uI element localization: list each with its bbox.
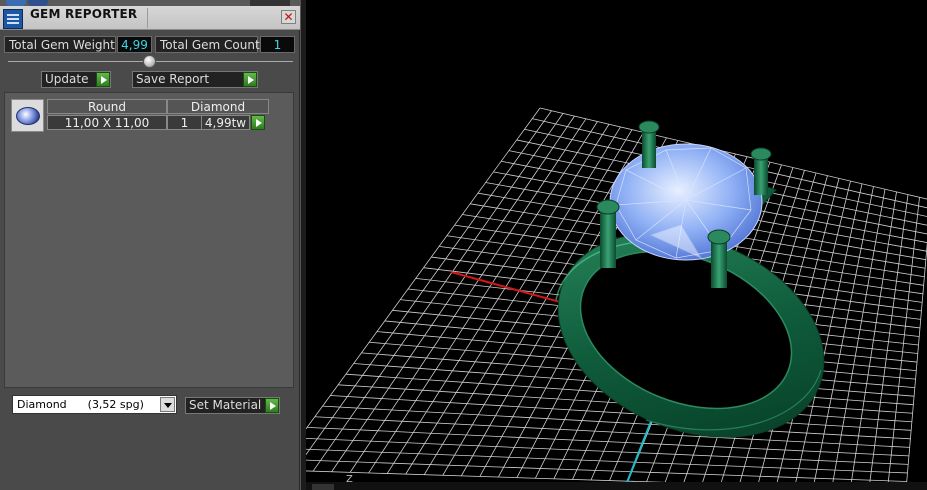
gem-thumbnail: [11, 99, 44, 132]
prong-back-left: [638, 120, 660, 168]
play-icon: [96, 72, 110, 87]
gem-count-cell: 1: [167, 115, 202, 130]
window-title: GEM REPORTER: [30, 7, 138, 21]
chevron-down-icon[interactable]: [160, 397, 175, 412]
gem-material-cell: Diamond: [167, 99, 269, 114]
gem-reporter-panel: GEM REPORTER ✕ Total Gem Weight 4,99 Tot…: [0, 0, 300, 490]
ring-model[interactable]: [527, 120, 854, 475]
viewport-tab[interactable]: [312, 484, 334, 490]
toolbar-icon: [6, 0, 26, 6]
title-bar[interactable]: GEM REPORTER ✕: [0, 0, 300, 30]
update-button[interactable]: Update: [41, 71, 111, 88]
gem-shape-cell: Round: [47, 99, 167, 114]
total-gem-count-label: Total Gem Count: [155, 36, 260, 53]
gem-reporter-icon: [3, 9, 23, 29]
prong-back-right: [750, 147, 772, 195]
gem-report-list: Round Diamond 11,00 X 11,00 1 4,99tw: [4, 92, 294, 388]
viewport-canvas[interactable]: [306, 0, 927, 490]
material-select-value: Diamond (3,52 spg): [17, 398, 144, 411]
close-icon: ✕: [283, 10, 294, 24]
prong-front-left: [596, 199, 620, 268]
material-select[interactable]: Diamond (3,52 spg): [12, 395, 177, 414]
toolbar-icon: [28, 0, 48, 6]
toolbar-icon: [250, 0, 290, 6]
total-gem-weight-value: 4,99: [117, 36, 152, 53]
save-report-button-label: Save Report: [136, 72, 210, 86]
viewport-status-strip: [306, 482, 927, 490]
gem-weight-cell: 4,99tw: [201, 115, 250, 130]
play-icon: [243, 72, 257, 87]
set-material-button[interactable]: Set Material: [185, 397, 280, 414]
total-gem-weight-label: Total Gem Weight: [4, 36, 116, 53]
splitter-handle[interactable]: [143, 55, 156, 68]
round-gem-icon: [16, 107, 40, 125]
gem-model: [609, 143, 763, 261]
update-button-label: Update: [45, 72, 89, 86]
close-button[interactable]: ✕: [281, 10, 296, 24]
total-gem-count-value: 1: [260, 36, 295, 53]
play-icon[interactable]: [251, 115, 265, 130]
gem-size-cell: 11,00 X 11,00: [47, 115, 167, 130]
prong-front-right: [707, 229, 731, 288]
parent-toolbar-strip: [0, 0, 300, 6]
3d-viewport[interactable]: Z: [306, 0, 927, 490]
save-report-button[interactable]: Save Report: [132, 71, 258, 88]
title-separator: [147, 8, 148, 28]
play-icon: [265, 398, 279, 413]
set-material-button-label: Set Material: [189, 398, 262, 412]
grid-line: [322, 405, 911, 440]
